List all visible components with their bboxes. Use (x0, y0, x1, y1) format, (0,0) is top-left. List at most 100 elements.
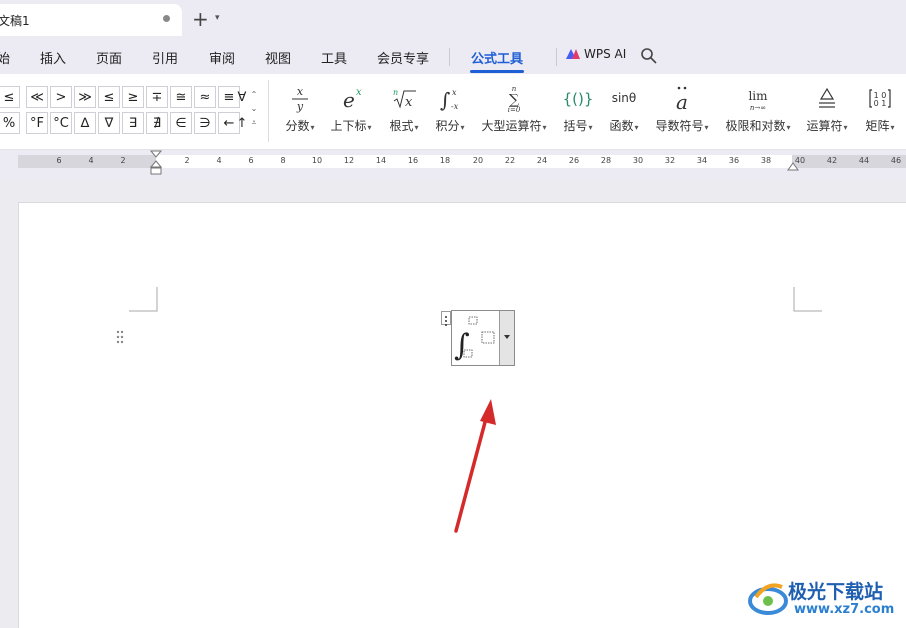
matrix-label: 矩阵 (865, 119, 890, 133)
wps-ai-button[interactable]: WPS AI (566, 47, 626, 61)
symbol-button[interactable]: ∓ (146, 86, 168, 108)
svg-text:x: x (297, 85, 304, 98)
document-tab[interactable]: 文稿1 (0, 4, 182, 36)
svg-text:0 1: 0 1 (874, 99, 887, 108)
ruler-area: 6 4 2 2 4 6 8 10 12 14 16 18 20 22 24 26… (0, 150, 906, 180)
svg-text:x: x (405, 95, 413, 110)
symbol-button[interactable]: ∃ (122, 112, 144, 134)
symbol-button[interactable]: °F (26, 112, 48, 134)
integral-label: 积分 (435, 119, 460, 133)
radical-tool[interactable]: nx 根式▾ (384, 82, 424, 134)
chevron-down-icon: ▾ (843, 123, 848, 132)
limit-icon: lim n→∞ (722, 82, 794, 114)
svg-text:lim: lim (748, 89, 768, 103)
limit-log-tool[interactable]: lim n→∞ 极限和对数▾ (722, 82, 794, 134)
svg-text:sinθ: sinθ (612, 91, 637, 105)
integral-placeholder-icon: ∫ (454, 316, 495, 363)
svg-text:{()}: {()} (564, 90, 592, 108)
symbol-button[interactable]: ∄ (146, 112, 168, 134)
ruler-number: 2 (184, 156, 190, 165)
wps-ai-logo-icon (566, 49, 580, 59)
svg-text:x: x (356, 87, 362, 98)
accent-tool[interactable]: a 导数符号▾ (652, 82, 712, 134)
fraction-tool[interactable]: xy 分数▾ (280, 82, 320, 134)
symbol-button[interactable]: ≈ (194, 86, 216, 108)
scroll-up-icon[interactable]: ⌃ (248, 88, 260, 102)
symbol-button[interactable]: ∈ (170, 112, 192, 134)
equation-box[interactable]: ∫ (451, 310, 515, 366)
menu-page[interactable]: 页面 (96, 48, 122, 67)
expand-gallery-icon[interactable]: ⩡ (248, 116, 260, 130)
ruler-number: 24 (536, 156, 548, 165)
document-workspace: ∫ (0, 180, 906, 628)
symbol-button[interactable]: ≤ (98, 86, 120, 108)
symbol-button[interactable]: ≫ (74, 86, 96, 108)
margin-corner-top-left (129, 287, 158, 312)
ruler-number: 38 (760, 156, 772, 165)
indent-marker-icon[interactable] (150, 150, 162, 180)
ruler-number: 2 (120, 156, 126, 165)
scroll-down-icon[interactable]: ⌄ (248, 102, 260, 116)
function-label: 函数 (609, 119, 634, 133)
menu-tools[interactable]: 工具 (321, 48, 347, 67)
chevron-down-icon: ▾ (367, 123, 372, 132)
large-operator-label: 大型运算符 (481, 119, 542, 133)
menu-view[interactable]: 视图 (265, 48, 291, 67)
symbol-button[interactable]: ∇ (98, 112, 120, 134)
menu-member[interactable]: 会员专享 (377, 48, 429, 67)
document-page[interactable]: ∫ (18, 202, 906, 628)
symbol-button[interactable]: ≅ (170, 86, 192, 108)
watermark-logo-icon (748, 583, 788, 615)
script-label: 上下标 (330, 119, 367, 133)
tab-list-chevron-icon[interactable]: ▾ (215, 13, 220, 23)
svg-text:e: e (343, 88, 355, 112)
ruler-number: 14 (375, 156, 387, 165)
document-tab-title: 文稿1 (0, 13, 30, 28)
bracket-label: 括号 (563, 119, 588, 133)
symbol-button[interactable]: ∆ (74, 112, 96, 134)
symbol-gallery-scroll[interactable]: ⌃ ⌄ ⩡ (248, 88, 260, 134)
svg-text:∫: ∫ (454, 328, 470, 363)
ruler-number: 22 (504, 156, 516, 165)
integral-tool[interactable]: ∫ x -x 积分▾ (430, 82, 470, 134)
menu-review[interactable]: 审阅 (209, 48, 235, 67)
paragraph-drag-handle-icon[interactable] (116, 330, 124, 344)
svg-text:y: y (296, 100, 304, 113)
large-operator-tool[interactable]: n ∑ i=0 大型运算符▾ (478, 82, 550, 134)
tab-close-dot-icon[interactable] (163, 15, 170, 22)
menu-insert[interactable]: 插入 (40, 48, 66, 67)
right-indent-marker-icon[interactable] (787, 162, 799, 172)
symbol-button[interactable]: ∋ (194, 112, 216, 134)
equation-move-handle[interactable] (441, 311, 451, 326)
function-tool[interactable]: sinθ 函数▾ (604, 82, 644, 134)
triangle-down-icon (504, 335, 510, 339)
ruler-number: 26 (568, 156, 580, 165)
script-tool[interactable]: ex 上下标▾ (326, 82, 376, 134)
radical-icon: nx (384, 82, 424, 114)
menu-reference[interactable]: 引用 (152, 48, 178, 67)
matrix-tool[interactable]: 1 00 1 矩阵▾ (858, 82, 902, 134)
equation-options-button[interactable] (499, 311, 514, 365)
symbol-button[interactable]: % (0, 112, 20, 134)
symbol-button[interactable]: ≥ (122, 86, 144, 108)
search-icon[interactable] (640, 47, 658, 65)
operator-tool[interactable]: 运算符▾ (804, 82, 850, 134)
menu-formula-tools[interactable]: 公式工具 (471, 48, 523, 67)
menu-start[interactable]: 始 (0, 48, 10, 67)
bracket-icon: {()} (558, 82, 598, 114)
tab-bar: 文稿1 + ▾ (0, 0, 906, 40)
ruler-number: 34 (696, 156, 708, 165)
ruler-number: 12 (343, 156, 355, 165)
symbol-button[interactable]: ≪ (26, 86, 48, 108)
symbol-button[interactable]: ≤ (0, 86, 20, 108)
new-tab-button[interactable]: + (192, 9, 209, 29)
watermark-name: 极光下载站 (788, 581, 884, 603)
symbol-button[interactable]: °C (50, 112, 72, 134)
derivative-icon: a (652, 82, 712, 114)
active-tab-indicator (470, 70, 524, 73)
chevron-down-icon: ▾ (414, 123, 419, 132)
symbol-button[interactable]: > (50, 86, 72, 108)
bracket-tool[interactable]: {()} 括号▾ (558, 82, 598, 134)
ruler-number: 36 (728, 156, 740, 165)
svg-text:n→∞: n→∞ (750, 104, 766, 112)
